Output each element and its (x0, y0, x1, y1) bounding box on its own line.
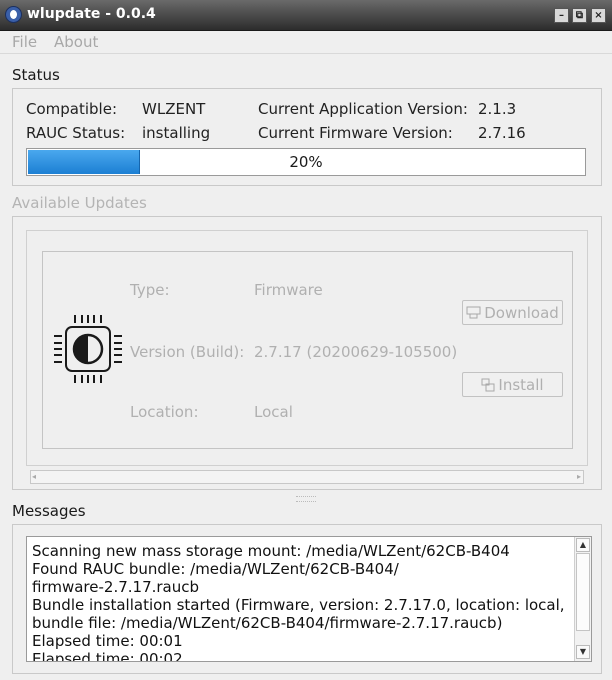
type-value: Firmware (254, 281, 323, 299)
message-line: firmware-2.7.17.raucb (32, 578, 200, 596)
location-value: Local (254, 403, 293, 421)
install-progress-bar: 20% (26, 148, 586, 176)
app-version-label: Current Application Version: (258, 100, 468, 118)
updates-title: Available Updates (12, 194, 147, 212)
close-button[interactable]: × (591, 8, 606, 23)
rauc-status-label: RAUC Status: (26, 124, 126, 142)
fw-version-label: Current Firmware Version: (258, 124, 453, 142)
window-title: wlupdate - 0.0.4 (27, 6, 156, 22)
install-icon (481, 378, 495, 391)
compatible-label: Compatible: (26, 100, 117, 118)
install-button[interactable]: Install (462, 372, 563, 397)
scroll-left-icon[interactable]: ◂ (32, 472, 36, 481)
download-icon (466, 306, 481, 319)
message-line: Elapsed time: 00:01 (32, 632, 183, 650)
download-label: Download (484, 303, 559, 322)
type-label: Type: (130, 281, 170, 299)
compatible-value: WLZENT (142, 100, 206, 118)
download-button[interactable]: Download (462, 300, 563, 325)
install-label: Install (498, 375, 544, 394)
app-version-value: 2.1.3 (478, 100, 517, 118)
progress-text: 20% (289, 153, 323, 171)
menu-file[interactable]: File (12, 33, 37, 51)
messages-title: Messages (12, 502, 86, 520)
messages-list: Scanning new mass storage mount: /media/… (32, 542, 572, 662)
minimize-button[interactable]: – (554, 8, 569, 23)
scroll-down-icon[interactable]: ▼ (576, 645, 590, 659)
version-label: Version (Build): (130, 343, 245, 361)
rauc-status-value: installing (142, 124, 211, 142)
app-logo-icon (5, 6, 22, 23)
status-title: Status (12, 66, 60, 84)
restore-button[interactable]: ⧉ (572, 8, 587, 23)
vertical-scrollbar[interactable]: ▲ ▼ (574, 537, 591, 661)
location-label: Location: (130, 403, 199, 421)
message-line: Bundle installation started (Firmware, v… (32, 596, 565, 614)
scroll-up-icon[interactable]: ▲ (576, 538, 590, 552)
splitter-handle[interactable] (296, 496, 316, 502)
message-line: Scanning new mass storage mount: /media/… (32, 542, 510, 560)
firmware-chip-icon (54, 315, 122, 383)
message-line: bundle file: /media/WLZent/62CB-B404/fir… (32, 614, 503, 632)
version-value: 2.7.17 (20200629-105500) (254, 343, 458, 361)
scroll-right-icon[interactable]: ▸ (577, 472, 581, 481)
message-line: Found RAUC bundle: /media/WLZent/62CB-B4… (32, 560, 399, 578)
menu-about[interactable]: About (54, 33, 98, 51)
scroll-thumb[interactable] (576, 553, 590, 631)
horizontal-scrollbar[interactable]: ◂ ▸ (30, 470, 584, 484)
message-line: Elapsed time: 00:02 (32, 650, 183, 662)
messages-log[interactable]: Scanning new mass storage mount: /media/… (26, 536, 592, 662)
fw-version-value: 2.7.16 (478, 124, 526, 142)
